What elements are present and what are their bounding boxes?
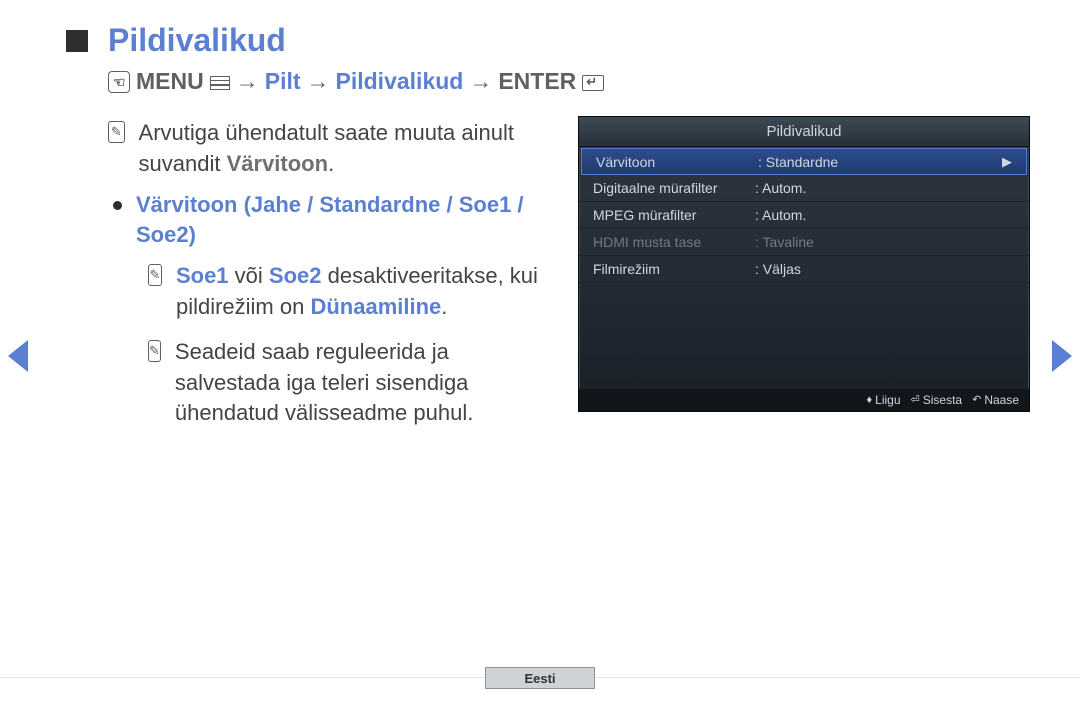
page-title: Pildivalikud bbox=[108, 22, 286, 59]
sub1-soe1: Soe1 bbox=[176, 263, 229, 288]
footer-return-label: Naase bbox=[984, 389, 1019, 411]
osd-row[interactable]: HDMI musta tase: Tavaline bbox=[579, 229, 1029, 256]
option-heading: Värvitoon (Jahe / Standardne / Soe1 / So… bbox=[136, 190, 558, 252]
chevron-right-icon: ▶ bbox=[1002, 154, 1012, 170]
osd-row-value: : Autom. bbox=[753, 180, 1015, 196]
osd-row[interactable]: Värvitoon: Standardne▶ bbox=[581, 148, 1027, 175]
nav-next-button[interactable] bbox=[1052, 340, 1072, 372]
osd-row-label: Digitaalne mürafilter bbox=[593, 180, 753, 196]
osd-panel: Pildivalikud Värvitoon: Standardne▶Digit… bbox=[578, 116, 1030, 412]
breadcrumb-arrow-1: → bbox=[236, 68, 259, 95]
footer-move-label: Liigu bbox=[875, 389, 900, 411]
osd-row[interactable]: Filmirežiim: Väljas bbox=[579, 256, 1029, 283]
sub1-dyn: Dünaamiline bbox=[310, 294, 441, 319]
note-icon: ✎ bbox=[108, 121, 125, 143]
breadcrumb-pilt: Pilt bbox=[265, 68, 301, 95]
sub1-soe2: Soe2 bbox=[269, 263, 322, 288]
enter-small-icon: ⏎ bbox=[911, 389, 920, 411]
enter-icon bbox=[582, 75, 604, 91]
breadcrumb-enter: ENTER bbox=[498, 68, 576, 95]
section-bullet bbox=[66, 30, 88, 52]
breadcrumb-arrow-2: → bbox=[307, 68, 330, 95]
note1-bold: Värvitoon bbox=[227, 151, 328, 176]
note-text-1: Arvutiga ühendatult saate muuta ainult s… bbox=[139, 118, 558, 180]
breadcrumb: ☜ MENU → Pilt → Pildivalikud → ENTER bbox=[108, 68, 604, 95]
hand-icon: ☜ bbox=[108, 71, 130, 93]
subnote-1: Soe1 või Soe2 desaktiveeritakse, kui pil… bbox=[176, 261, 558, 323]
return-icon: ↶ bbox=[972, 389, 981, 411]
osd-row-label: Filmirežiim bbox=[593, 261, 753, 277]
nav-prev-button[interactable] bbox=[8, 340, 28, 372]
breadcrumb-menu: MENU bbox=[136, 68, 204, 95]
sub1-dot: . bbox=[441, 294, 447, 319]
osd-row-label: Värvitoon bbox=[596, 154, 756, 170]
menu-icon bbox=[210, 76, 230, 90]
breadcrumb-arrow-3: → bbox=[469, 68, 492, 95]
osd-row-label: MPEG mürafilter bbox=[593, 207, 753, 223]
note1-dot: . bbox=[328, 151, 334, 176]
osd-row-label: HDMI musta tase bbox=[593, 234, 753, 250]
osd-title: Pildivalikud bbox=[579, 117, 1029, 147]
osd-body: Värvitoon: Standardne▶Digitaalne mürafil… bbox=[579, 148, 1029, 283]
sub1-or: või bbox=[229, 263, 269, 288]
footer-move: ♦Liigu bbox=[867, 389, 901, 411]
osd-row-value: : Tavaline bbox=[753, 234, 1015, 250]
osd-row-value: : Autom. bbox=[753, 207, 1015, 223]
osd-row-value: : Väljas bbox=[753, 261, 1015, 277]
footer-enter-label: Sisesta bbox=[923, 389, 962, 411]
footer-return: ↶Naase bbox=[972, 389, 1019, 411]
osd-footer: ♦Liigu ⏎Sisesta ↶Naase bbox=[579, 389, 1029, 411]
language-badge: Eesti bbox=[485, 667, 595, 689]
osd-row[interactable]: Digitaalne mürafilter: Autom. bbox=[579, 175, 1029, 202]
note-icon: ✎ bbox=[148, 264, 162, 286]
osd-row-value: : Standardne bbox=[756, 154, 1002, 170]
osd-row[interactable]: MPEG mürafilter: Autom. bbox=[579, 202, 1029, 229]
subnote-2: Seadeid saab reguleerida ja salvestada i… bbox=[175, 337, 558, 429]
note-icon: ✎ bbox=[148, 340, 161, 362]
bullet-icon bbox=[113, 201, 122, 210]
footer-enter: ⏎Sisesta bbox=[911, 389, 963, 411]
content-text: ✎ Arvutiga ühendatult saate muuta ainult… bbox=[108, 118, 558, 439]
updown-icon: ♦ bbox=[867, 389, 873, 411]
breadcrumb-pildivalikud: Pildivalikud bbox=[336, 68, 464, 95]
